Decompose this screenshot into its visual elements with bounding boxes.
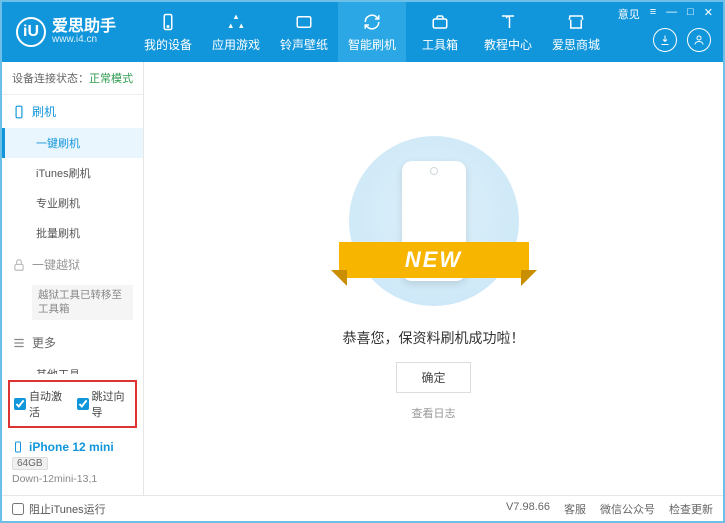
sidebar-item-othertools[interactable]: 其他工具 (2, 359, 143, 374)
nav-label: 铃声壁纸 (280, 36, 328, 53)
options-highlight: 自动激活 跳过向导 (8, 380, 137, 428)
sidebar-item-oneclick[interactable]: 一键刷机 (2, 128, 143, 158)
nav-my-device[interactable]: 我的设备 (134, 2, 202, 62)
nav-label: 我的设备 (144, 36, 192, 53)
phone-icon (12, 105, 26, 119)
book-icon (498, 12, 518, 32)
checkbox-input[interactable] (77, 398, 89, 410)
device-block[interactable]: iPhone 12 mini 64GB Down-12mini-13,1 (2, 434, 143, 495)
ok-button[interactable]: 确定 (396, 362, 470, 393)
user-icon[interactable] (687, 28, 711, 52)
wechat-link[interactable]: 微信公众号 (600, 501, 655, 517)
menu-button[interactable]: ≡ (648, 6, 658, 22)
new-ribbon: NEW (339, 242, 529, 278)
jailbreak-note: 越狱工具已转移至工具箱 (32, 285, 133, 320)
sidebar-header-flash[interactable]: 刷机 (2, 95, 143, 128)
top-nav: 我的设备 应用游戏 铃声壁纸 智能刷机 工具箱 教程中心 (134, 2, 610, 62)
body: 设备连接状态：正常模式 刷机 一键刷机 iTunes刷机 专业刷机 批量刷机 (2, 62, 723, 495)
sidebar-header-label: 更多 (32, 334, 56, 351)
titlebar-right: 意见 ≡ — □ ✕ (616, 2, 715, 62)
download-icon[interactable] (653, 28, 677, 52)
window-controls: 意见 ≡ — □ ✕ (616, 6, 715, 22)
service-link[interactable]: 客服 (564, 501, 586, 517)
sidebar-header-label: 刷机 (32, 103, 56, 120)
phone-icon (158, 12, 178, 32)
refresh-icon (362, 12, 382, 32)
logo-icon: iU (16, 17, 46, 47)
app-window: iU 爱思助手 www.i4.cn 我的设备 应用游戏 铃声壁纸 智能刷机 (0, 0, 725, 523)
sidebar: 设备连接状态：正常模式 刷机 一键刷机 iTunes刷机 专业刷机 批量刷机 (2, 62, 144, 495)
skip-guide-checkbox[interactable]: 跳过向导 (77, 388, 132, 420)
sidebar-item-pro[interactable]: 专业刷机 (2, 188, 143, 218)
phone-icon (12, 440, 24, 454)
maximize-button[interactable]: □ (685, 6, 696, 22)
block-itunes-checkbox[interactable] (12, 503, 24, 515)
success-message: 恭喜您，保资料刷机成功啦！ (343, 328, 525, 348)
device-storage: 64GB (12, 457, 48, 470)
checkbox-label: 自动激活 (29, 388, 69, 420)
apps-icon (226, 12, 246, 32)
nav-store[interactable]: 爱思商城 (542, 2, 610, 62)
conn-label: 设备连接状态： (12, 73, 89, 85)
close-button[interactable]: ✕ (702, 6, 715, 22)
success-illustration: NEW (349, 136, 519, 306)
sidebar-header-more[interactable]: 更多 (2, 326, 143, 359)
conn-value: 正常模式 (89, 73, 133, 85)
logo-area: iU 爱思助手 www.i4.cn (2, 2, 130, 62)
app-name: 爱思助手 (52, 19, 116, 35)
checkbox-input[interactable] (14, 398, 26, 410)
nav-label: 爱思商城 (552, 36, 600, 53)
nav-toolbox[interactable]: 工具箱 (406, 2, 474, 62)
titlebar: iU 爱思助手 www.i4.cn 我的设备 应用游戏 铃声壁纸 智能刷机 (2, 2, 723, 62)
wallpaper-icon (294, 12, 314, 32)
nav-label: 教程中心 (484, 36, 532, 53)
toolbox-icon (430, 12, 450, 32)
nav-apps[interactable]: 应用游戏 (202, 2, 270, 62)
nav-label: 应用游戏 (212, 36, 260, 53)
sidebar-header-label: 一键越狱 (32, 256, 80, 273)
store-icon (566, 12, 586, 32)
device-model: Down-12mini-13,1 (12, 473, 133, 485)
nav-tutorials[interactable]: 教程中心 (474, 2, 542, 62)
nav-ringtones[interactable]: 铃声壁纸 (270, 2, 338, 62)
sidebar-item-itunes[interactable]: iTunes刷机 (2, 158, 143, 188)
update-link[interactable]: 检查更新 (669, 501, 713, 517)
footer: 阻止iTunes运行 V7.98.66 客服 微信公众号 检查更新 (2, 495, 723, 521)
sidebar-item-batch[interactable]: 批量刷机 (2, 218, 143, 248)
version-label: V7.98.66 (506, 501, 550, 517)
sidebar-header-jailbreak: 一键越狱 (2, 248, 143, 281)
auto-activate-checkbox[interactable]: 自动激活 (14, 388, 69, 420)
connection-status: 设备连接状态：正常模式 (2, 62, 143, 95)
nav-label: 工具箱 (422, 36, 458, 53)
main-panel: NEW 恭喜您，保资料刷机成功啦！ 确定 查看日志 (144, 62, 723, 495)
app-url: www.i4.cn (52, 35, 116, 45)
nav-flash[interactable]: 智能刷机 (338, 2, 406, 62)
device-name: iPhone 12 mini (29, 440, 114, 454)
view-log-link[interactable]: 查看日志 (412, 405, 456, 421)
minimize-button[interactable]: — (664, 6, 679, 22)
nav-label: 智能刷机 (348, 36, 396, 53)
block-itunes-label: 阻止iTunes运行 (29, 501, 106, 517)
feedback-button[interactable]: 意见 (616, 6, 642, 22)
lock-icon (12, 258, 26, 272)
checkbox-label: 跳过向导 (92, 388, 132, 420)
menu-icon (12, 336, 26, 350)
